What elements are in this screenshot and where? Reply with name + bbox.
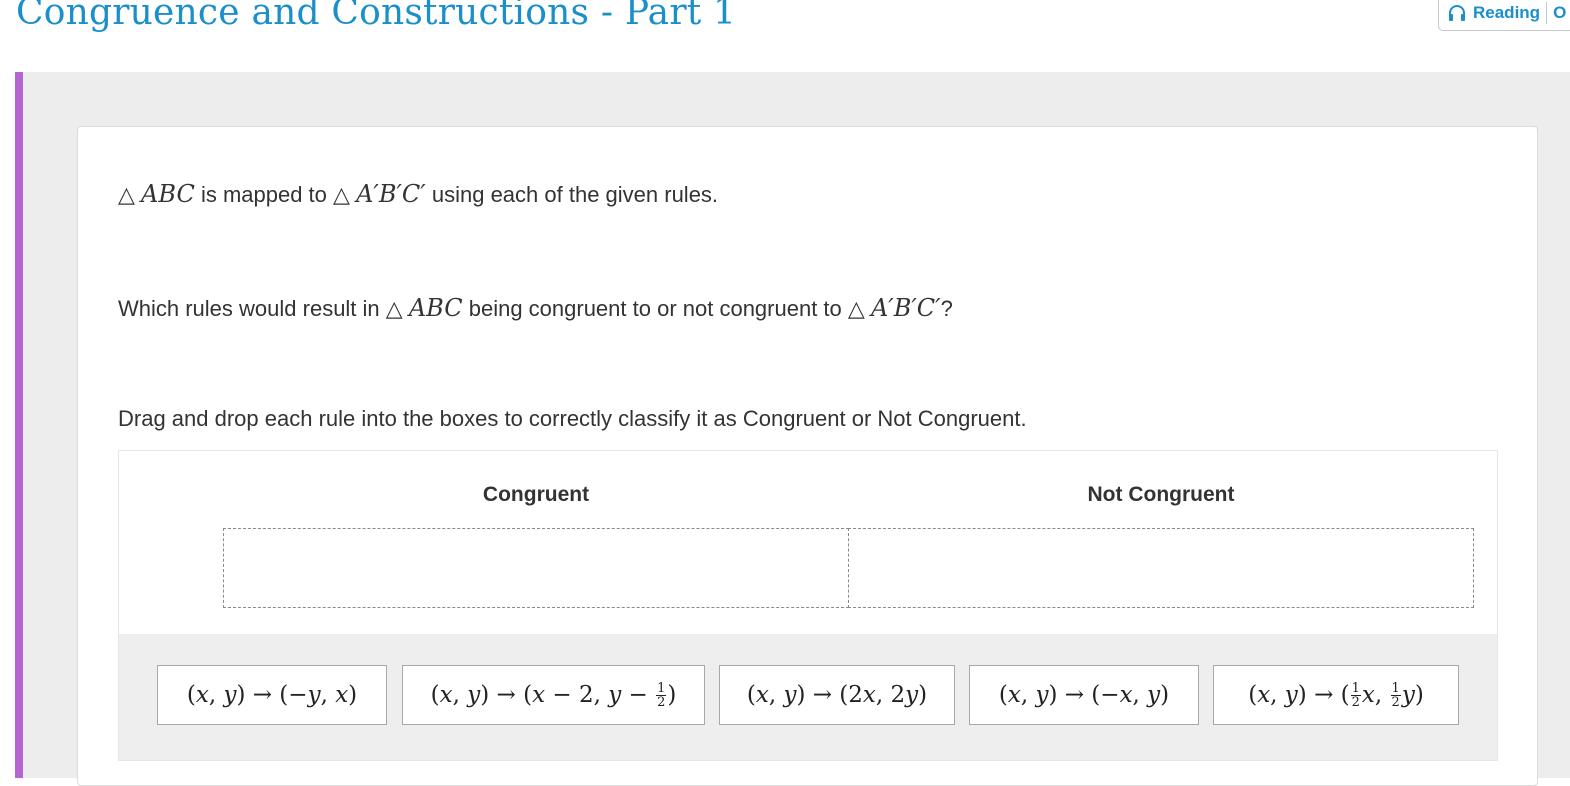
- reading-extra-label: O: [1553, 2, 1567, 22]
- text-segment: Which rules would result in: [118, 296, 386, 321]
- headphones-icon: [1449, 4, 1465, 21]
- instruction-text: Drag and drop each rule into the boxes t…: [118, 406, 1027, 431]
- text-segment: being congruent to or not congruent to: [462, 296, 848, 321]
- accent-bar: [15, 72, 23, 778]
- drop-zone-congruent[interactable]: [223, 528, 849, 608]
- rule-chip-1[interactable]: (x, y) → (− y, x): [157, 665, 387, 725]
- text-segment: is mapped to: [194, 182, 334, 207]
- category-header-not-congruent: Not Congruent: [1087, 483, 1235, 506]
- text-segment: using each of the given rules.: [425, 182, 719, 207]
- triangle-abc: ABC: [408, 294, 463, 322]
- category-header-congruent: Congruent: [482, 483, 590, 506]
- question-line-2: Which rules would result in △ ABC being …: [118, 294, 953, 322]
- rule-chip-5[interactable]: (x, y) → (1 2 x, 1 2 y): [1213, 665, 1459, 725]
- rule-chip-3[interactable]: (x, y) → (2 x, 2 y): [719, 665, 955, 725]
- drop-zone-not-congruent[interactable]: [848, 528, 1474, 608]
- triangle-symbol: △: [118, 183, 135, 208]
- triangle-a-prime: A′B′C′: [356, 180, 426, 208]
- text-segment: ?: [940, 296, 953, 321]
- triangle-a-prime: A′B′C′: [870, 294, 941, 322]
- page-title: Congruence and Constructions - Part 1: [16, 0, 737, 33]
- reading-label: Reading: [1473, 2, 1541, 22]
- triangle-symbol: △: [847, 297, 865, 322]
- reading-options-button[interactable]: Reading O: [1438, 0, 1570, 31]
- divider: [1546, 1, 1548, 24]
- triangle-abc: ABC: [141, 180, 195, 208]
- question-line-1: △ ABC is mapped to △ A′B′C′ using each o…: [118, 180, 718, 208]
- rule-chip-4[interactable]: (x, y) → (− x, y): [969, 665, 1199, 725]
- triangle-symbol: △: [385, 297, 403, 322]
- triangle-symbol: △: [333, 183, 350, 208]
- rule-chip-2[interactable]: (x, y) → (x − 2, y − 1 2): [402, 665, 705, 725]
